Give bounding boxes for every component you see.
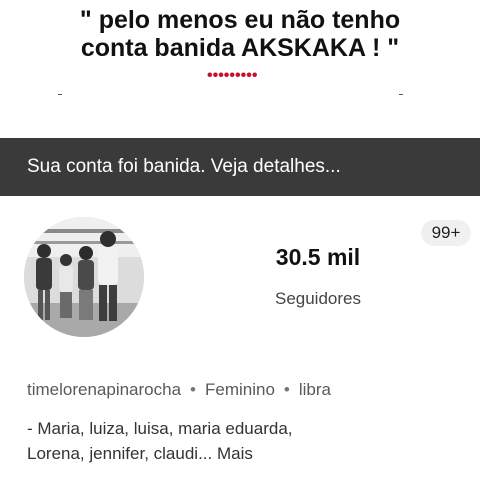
- banner-text: Sua conta foi banida. Veja detalhes...: [27, 156, 341, 177]
- username: timelorenapinarocha: [27, 380, 182, 399]
- gender: Feminino: [205, 380, 275, 399]
- caption-dots: •••••••••: [207, 67, 258, 84]
- banned-account-banner[interactable]: Sua conta foi banida. Veja detalhes...: [0, 138, 480, 196]
- meta-separator: •: [190, 380, 196, 399]
- bio-line-2: Lorena, jennifer, claudi... Mais: [27, 444, 253, 463]
- bio-line-1: - Maria, luiza, luisa, maria eduarda,: [27, 419, 293, 438]
- profile-meta: timelorenapinarocha • Feminino • libra: [27, 380, 331, 400]
- avatar-photo-icon: [24, 217, 144, 337]
- divider-mark-left: [58, 94, 62, 95]
- caption-line-2: conta banida AKSKAKA ! ": [80, 34, 400, 62]
- followers-label[interactable]: Seguidores: [248, 289, 388, 309]
- avatar[interactable]: [24, 217, 144, 337]
- divider-mark-right: [399, 94, 403, 95]
- bio[interactable]: - Maria, luiza, luisa, maria eduarda, Lo…: [27, 416, 457, 466]
- caption-line-1: " pelo menos eu não tenho: [79, 6, 401, 34]
- meme-caption: " pelo menos eu não tenho conta banida A…: [0, 6, 480, 62]
- notification-badge[interactable]: 99+: [421, 220, 471, 246]
- sign: libra: [298, 380, 331, 399]
- followers-count[interactable]: 30.5 mil: [248, 244, 388, 271]
- meta-separator: •: [283, 380, 290, 399]
